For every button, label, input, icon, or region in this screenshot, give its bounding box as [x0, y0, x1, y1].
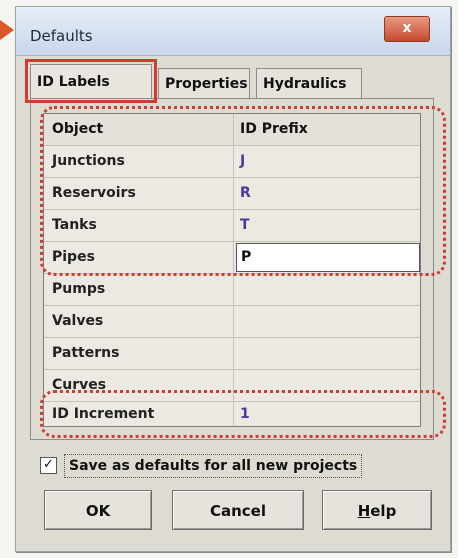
cancel-button[interactable]: Cancel: [172, 490, 304, 530]
tab-strip: ID Labels Properties Hydraulics: [25, 59, 410, 103]
save-defaults-checkbox[interactable]: ✓: [40, 457, 57, 474]
table-row: Valves: [44, 306, 420, 338]
prefix-cell[interactable]: T: [234, 210, 420, 241]
prefix-cell[interactable]: 1: [234, 402, 420, 426]
prefix-cell[interactable]: J: [234, 146, 420, 177]
table-row: Pipes P: [44, 242, 420, 274]
help-button[interactable]: Help: [322, 490, 432, 530]
prefix-cell[interactable]: R: [234, 178, 420, 209]
tab-properties[interactable]: Properties: [158, 68, 250, 98]
ok-button[interactable]: OK: [44, 490, 152, 530]
prefix-cell[interactable]: [234, 274, 420, 305]
save-defaults-label[interactable]: Save as defaults for all new projects: [64, 454, 363, 478]
table-row: Patterns: [44, 338, 420, 370]
column-header-id-prefix: ID Prefix: [234, 114, 420, 145]
close-button[interactable]: x: [384, 16, 430, 42]
tab-id-labels[interactable]: ID Labels: [25, 59, 157, 103]
ok-button-label: OK: [85, 502, 111, 520]
row-label: Reservoirs: [44, 178, 234, 209]
table-row: ID Increment 1: [44, 402, 420, 426]
cancel-button-label: Cancel: [209, 502, 266, 520]
close-icon: x: [402, 20, 412, 36]
id-labels-grid: Object ID Prefix Junctions J Reservoirs …: [43, 113, 421, 427]
help-label-rest: elp: [370, 502, 397, 520]
prefix-cell[interactable]: [234, 306, 420, 337]
row-label: Curves: [44, 370, 234, 401]
dialog-title: Defaults: [30, 27, 93, 45]
checkmark-icon: ✓: [43, 457, 54, 472]
row-label: Patterns: [44, 338, 234, 369]
column-header-object: Object: [44, 114, 234, 145]
row-label: Valves: [44, 306, 234, 337]
row-label: Pumps: [44, 274, 234, 305]
table-row: Tanks T: [44, 210, 420, 242]
grid-header-row: Object ID Prefix: [44, 114, 420, 146]
row-label: Tanks: [44, 210, 234, 241]
help-button-label: Help: [358, 502, 397, 520]
row-label: Pipes: [44, 242, 234, 273]
tab-id-labels-label: ID Labels: [37, 74, 110, 90]
table-row: Pumps: [44, 274, 420, 306]
table-row: Curves: [44, 370, 420, 402]
tab-properties-label: Properties: [165, 76, 248, 92]
pointer-arrow-icon: [0, 20, 14, 40]
tab-hydraulics-label: Hydraulics: [263, 76, 347, 92]
row-label: ID Increment: [44, 402, 234, 426]
prefix-cell[interactable]: [234, 338, 420, 369]
title-bar: Defaults x: [16, 7, 450, 56]
row-label: Junctions: [44, 146, 234, 177]
pipes-prefix-input[interactable]: P: [236, 243, 420, 272]
tab-hydraulics[interactable]: Hydraulics: [256, 68, 362, 98]
tab-panel: Object ID Prefix Junctions J Reservoirs …: [30, 98, 434, 440]
table-row: Junctions J: [44, 146, 420, 178]
help-mnemonic: H: [357, 502, 371, 520]
table-row: Reservoirs R: [44, 178, 420, 210]
prefix-cell[interactable]: [234, 370, 420, 401]
